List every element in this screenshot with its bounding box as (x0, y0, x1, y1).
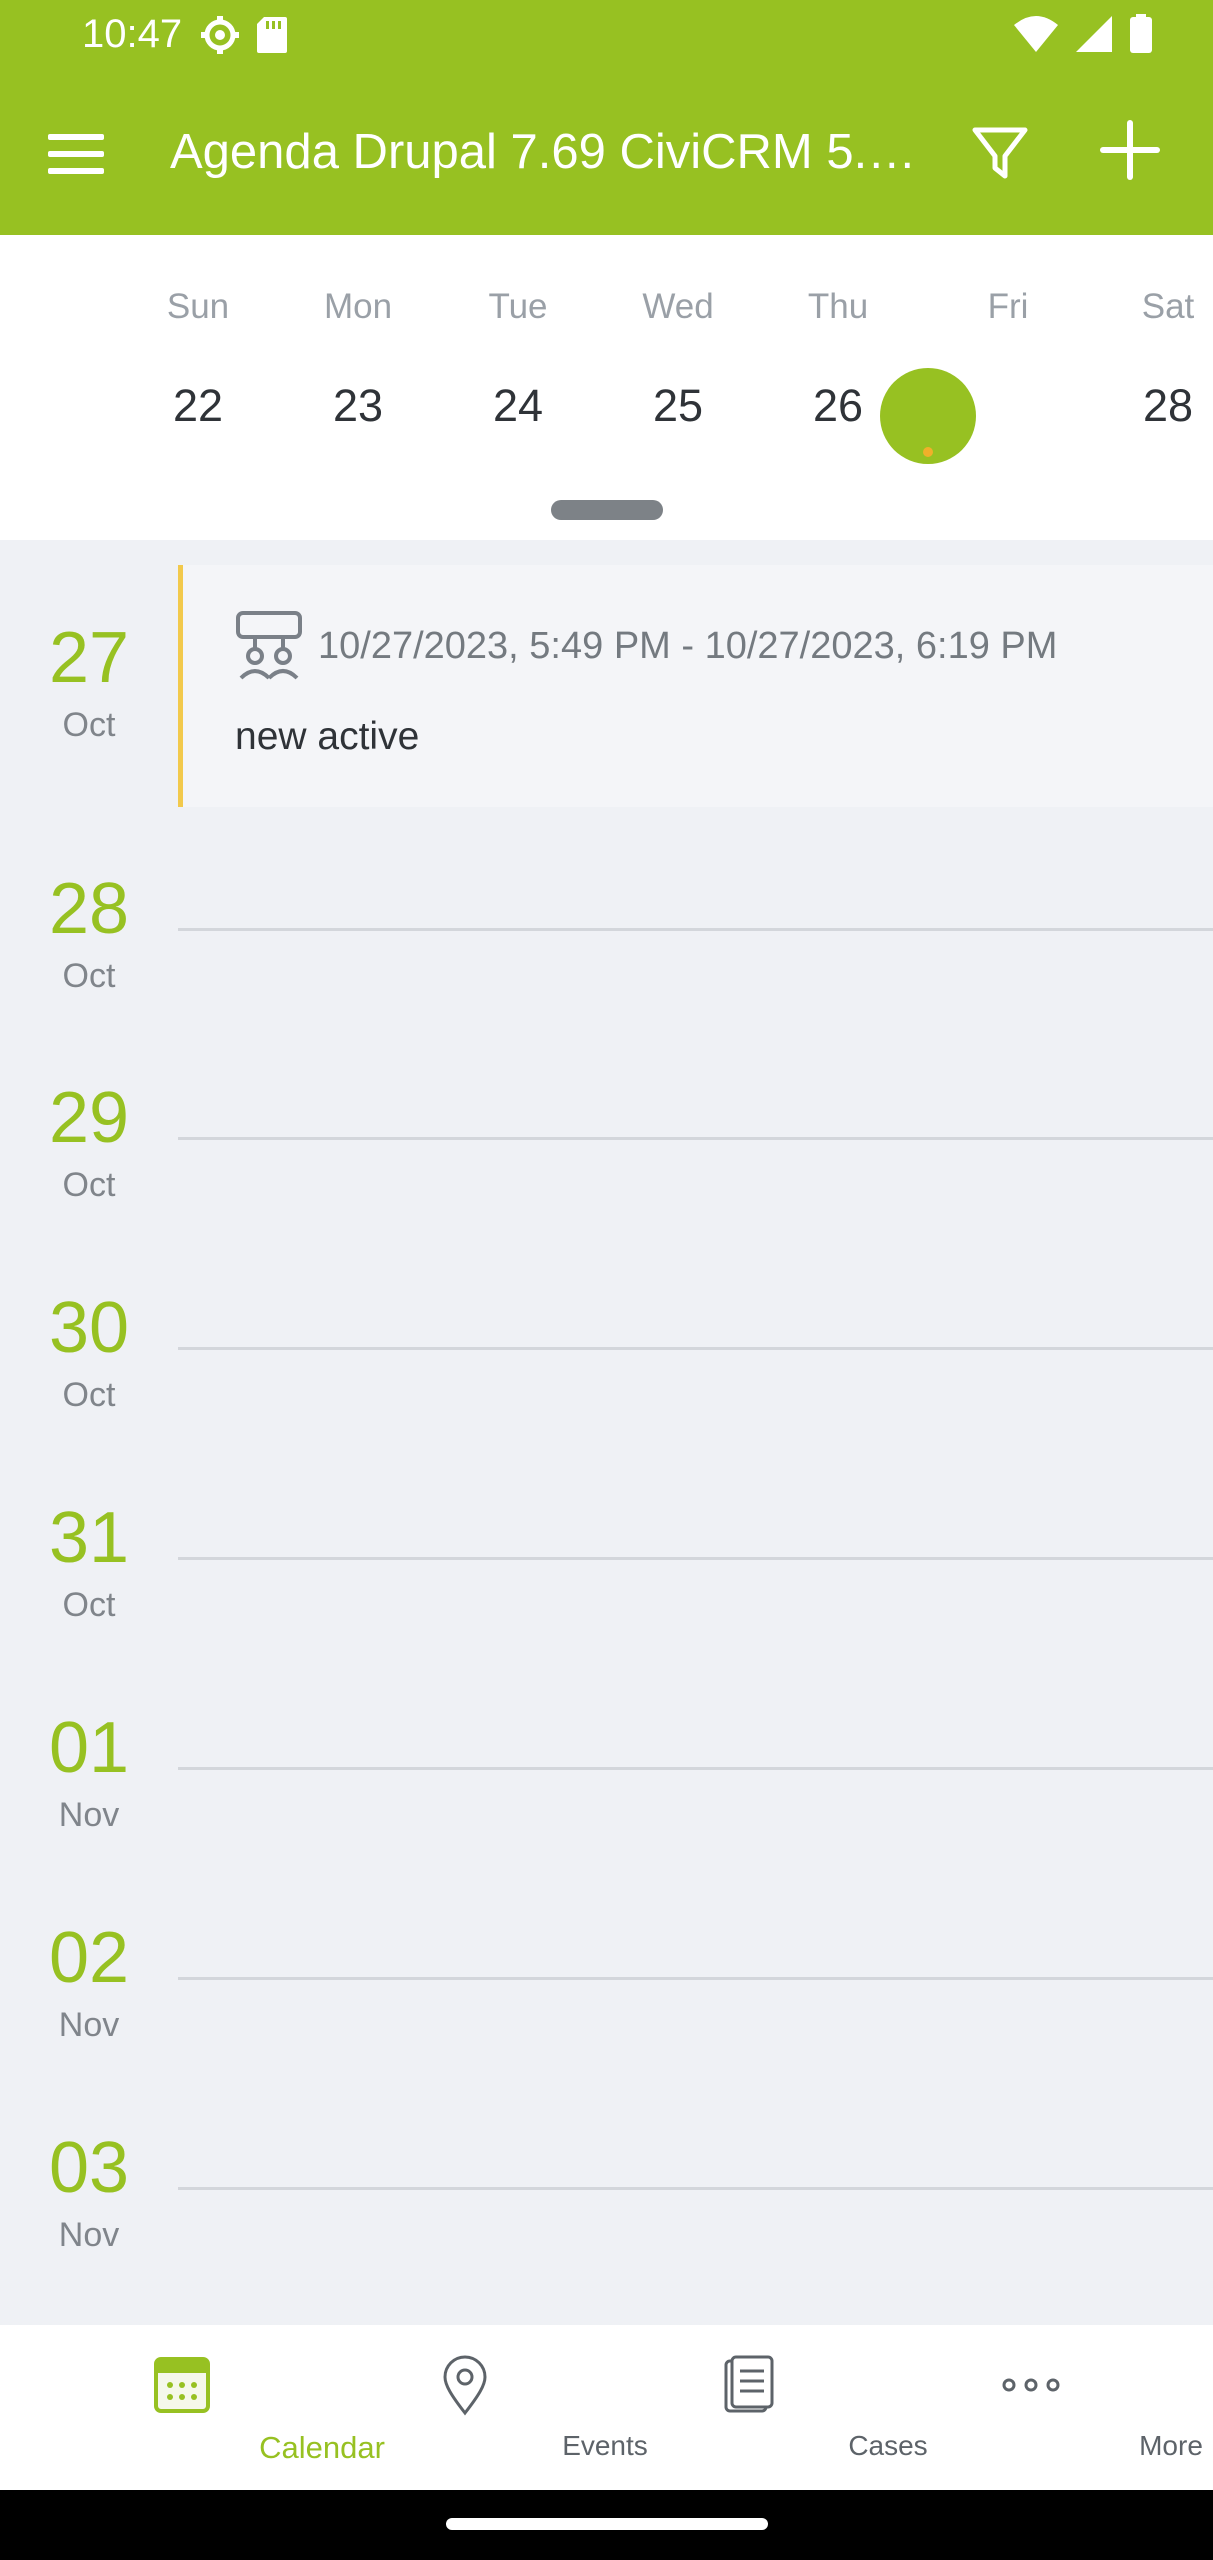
date-day: 02 (48, 1918, 130, 1998)
date-month: Oct (62, 1586, 116, 1624)
agenda-row-divider (178, 2187, 1213, 2190)
agenda-date: 29 Oct (0, 1082, 178, 1205)
date-day: 28 (48, 869, 130, 949)
agenda-date: 02 Nov (0, 1922, 178, 2045)
agenda-row-divider (178, 1347, 1213, 1350)
week-strip: Sun 22 Mon 23 Tue 24 Wed 25 Thu 26 Fri 27 Sat 28 (0, 235, 1213, 540)
agenda-date: 01 Nov (0, 1712, 178, 1835)
location-pin-icon (443, 2355, 487, 2416)
nav-cases[interactable]: Cases (608, 2325, 928, 2490)
more-dots-icon (1002, 2378, 1060, 2392)
date-day: 31 (48, 1498, 130, 1578)
status-icons-right (1013, 14, 1153, 54)
sd-card-icon (257, 17, 287, 53)
hamburger-icon (48, 134, 104, 140)
agenda-row-divider (178, 1557, 1213, 1560)
add-button[interactable] (1095, 115, 1165, 185)
agenda-list: 10/27/2023, 5:49 PM - 10/27/2023, 6:19 P… (0, 540, 1213, 2325)
settings-icon (201, 16, 239, 54)
day-tue[interactable]: Tue 24 (358, 235, 547, 485)
date-day: 27 (48, 618, 130, 698)
page-title: Agenda Drupal 7.69 CiviCRM 5.… (170, 125, 917, 179)
date-day: 29 (48, 1078, 130, 1158)
agenda-row-divider (178, 1977, 1213, 1980)
day-name: Sat (1141, 287, 1195, 326)
event-indicator-dot (923, 447, 933, 457)
battery-icon (1130, 14, 1152, 53)
date-month: Nov (58, 2006, 120, 2044)
day-number: 28 (1142, 380, 1194, 431)
bottom-navigation: Calendar Events Cases More (0, 2325, 1213, 2490)
nav-more[interactable]: More (891, 2325, 1203, 2490)
meeting-icon (236, 611, 302, 680)
agenda-date: 31 Oct (0, 1502, 178, 1625)
nav-label: More (1139, 2430, 1203, 2461)
drag-handle[interactable] (551, 500, 663, 520)
cases-icon (724, 2355, 774, 2413)
filter-button[interactable] (965, 118, 1035, 188)
agenda-date: 03 Nov (0, 2132, 178, 2255)
status-bar: 10:47 (0, 0, 1213, 75)
date-month: Nov (58, 1796, 120, 1834)
app-bar: Agenda Drupal 7.69 CiviCRM 5.… (0, 100, 1213, 210)
status-icons-left (200, 15, 288, 55)
date-month: Nov (58, 2216, 120, 2254)
signal-icon (1076, 16, 1112, 52)
agenda-row-divider (178, 928, 1213, 931)
event-card[interactable]: 10/27/2023, 5:49 PM - 10/27/2023, 6:19 P… (178, 565, 1213, 807)
home-indicator[interactable] (446, 2518, 768, 2530)
event-title: new active (235, 715, 420, 758)
date-day: 30 (48, 1288, 130, 1368)
menu-button[interactable] (48, 126, 104, 182)
date-month: Oct (62, 1166, 116, 1204)
day-fri[interactable]: Fri 27 (848, 235, 1033, 485)
agenda-date: 27 Oct (0, 622, 178, 745)
agenda-date: 28 Oct (0, 873, 178, 996)
day-thu[interactable]: Thu 26 (678, 235, 868, 485)
date-month: Oct (62, 706, 116, 744)
status-time: 10:47 (82, 12, 183, 56)
day-sat[interactable]: Sat 28 (1008, 235, 1195, 485)
calendar-icon (154, 2357, 210, 2413)
nav-calendar[interactable]: Calendar (42, 2325, 385, 2490)
wifi-icon (1014, 16, 1058, 52)
agenda-date: 30 Oct (0, 1292, 178, 1415)
day-wed[interactable]: Wed 25 (518, 235, 713, 485)
agenda-row-divider (178, 1137, 1213, 1140)
day-mon[interactable]: Mon 23 (198, 235, 392, 485)
date-day: 03 (48, 2128, 130, 2208)
nav-events[interactable]: Events (325, 2325, 648, 2490)
date-day: 01 (48, 1708, 130, 1788)
top-bar: 10:47 Agenda Drupal 7.69 CiviCRM 5.… (0, 0, 1213, 235)
event-time: 10/27/2023, 5:49 PM - 10/27/2023, 6:19 P… (318, 625, 1058, 667)
agenda-row-divider (178, 1767, 1213, 1770)
gesture-bar (0, 2490, 1213, 2560)
date-month: Oct (62, 957, 116, 995)
date-month: Oct (62, 1376, 116, 1414)
day-sun[interactable]: Sun 22 (38, 235, 229, 485)
